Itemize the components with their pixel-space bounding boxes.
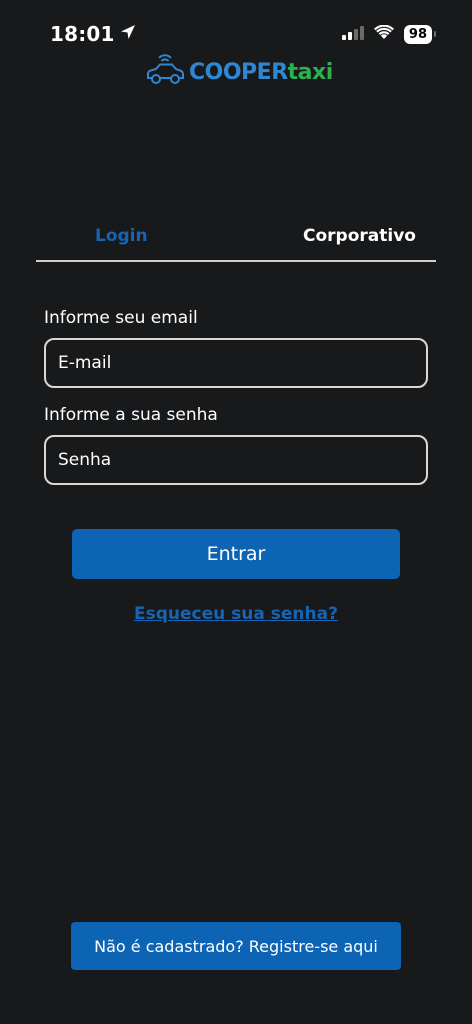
taxi-car-icon (145, 52, 185, 92)
app-logo: COOPERtaxi (145, 52, 333, 92)
login-button[interactable]: Entrar (72, 529, 400, 579)
wifi-icon (373, 24, 394, 44)
login-tabs: Login Corporativo (36, 216, 436, 262)
password-field[interactable] (44, 435, 428, 485)
tab-corporativo[interactable]: Corporativo (303, 226, 416, 246)
status-icons: 98 (341, 24, 437, 44)
password-label: Informe a sua senha (44, 405, 218, 425)
tab-login[interactable]: Login (95, 226, 148, 246)
login-screen: 18:01 98 COOPERtaxi Login Corporativo In… (0, 0, 472, 1024)
signal-bars-icon (341, 25, 364, 44)
email-label: Informe seu email (44, 308, 198, 328)
status-time-text: 18:01 (50, 22, 115, 46)
battery-icon: 98 (403, 25, 437, 44)
logo-text-cooper: COOPER (189, 59, 288, 85)
forgot-password-link[interactable]: Esqueceu sua senha? (0, 604, 472, 624)
status-time: 18:01 (50, 22, 137, 46)
email-field[interactable] (44, 338, 428, 388)
register-button[interactable]: Não é cadastrado? Registre-se aqui (71, 922, 401, 970)
logo-text: COOPERtaxi (189, 60, 333, 85)
location-arrow-icon (119, 22, 137, 46)
logo-text-taxi: taxi (287, 59, 334, 85)
